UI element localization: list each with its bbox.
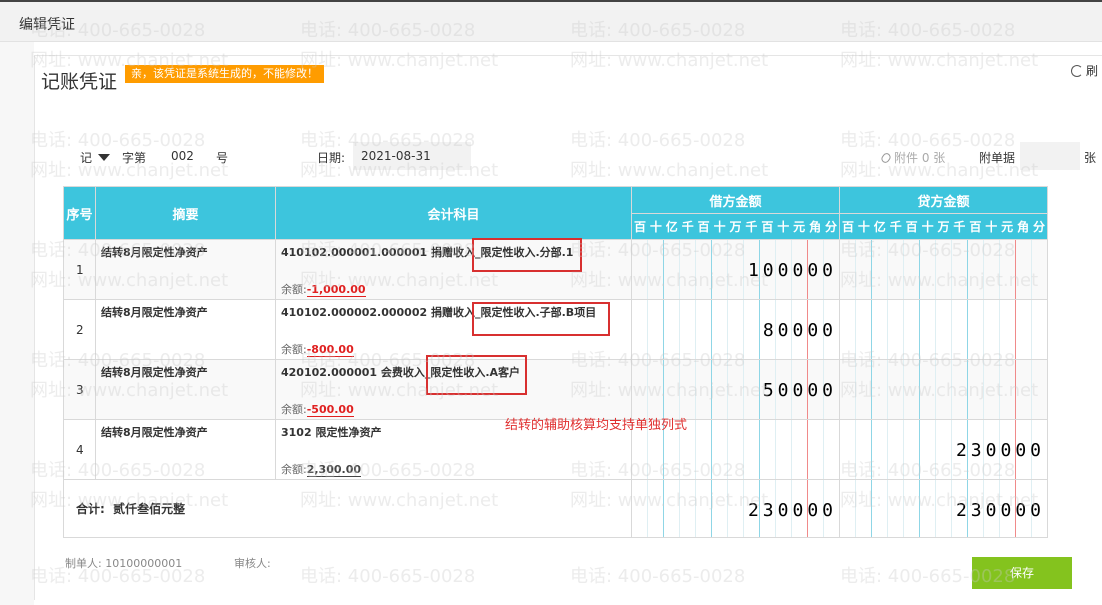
reviewer-info: 审核人:	[234, 557, 271, 570]
docs-label: 附单据	[979, 151, 1016, 165]
header-debit: 借方金额	[631, 186, 840, 214]
header-seq: 序号	[63, 186, 96, 240]
voucher-type-select[interactable]: 记	[80, 149, 111, 166]
row-summary[interactable]: 结转8月限定性净资产	[95, 419, 276, 480]
row-debit[interactable]: 50000	[631, 359, 840, 420]
date-label: 日期:	[317, 151, 346, 165]
voucher-title: 记账凭证	[41, 71, 118, 93]
debit-digit-header: 百十亿千百十万千百十元角分	[631, 213, 840, 240]
row-debit[interactable]: 100000	[631, 239, 840, 300]
row-credit[interactable]	[839, 239, 1048, 300]
voucher-no-prefix: 字第	[122, 151, 147, 165]
annotation-text: 结转的辅助核算均支持单独列式	[505, 418, 688, 433]
row-summary[interactable]: 结转8月限定性净资产	[95, 359, 276, 420]
row-balance: 余额:-800.00	[281, 343, 354, 357]
row-balance: 余额:2,300.00	[281, 463, 361, 477]
total-credit: 230000	[839, 479, 1048, 538]
attachment-link[interactable]: 附件 0 张	[879, 149, 945, 166]
table-row[interactable]: 3 结转8月限定性净资产 420102.000001 会费收入_限定性收入.A客…	[63, 359, 1048, 420]
total-row: 合计: 贰仟叁佰元整 230000 230000	[63, 479, 1048, 538]
docs-count-input[interactable]	[1020, 142, 1080, 170]
highlight-box	[426, 355, 527, 395]
row-balance: 余额:-1,000.00	[281, 283, 366, 297]
row-seq: 2	[63, 299, 96, 360]
total-label: 合计: 贰仟叁佰元整	[63, 479, 632, 538]
row-balance: 余额:-500.00	[281, 403, 354, 417]
window-title: 编辑凭证	[19, 17, 75, 33]
header-account: 会计科目	[275, 186, 632, 240]
total-debit: 230000	[631, 479, 840, 538]
credit-digit-header: 百十亿千百十万千百十元角分	[839, 213, 1048, 240]
row-seq: 1	[63, 239, 96, 300]
readonly-notice: 亲，该凭证是系统生成的，不能修改！	[125, 65, 324, 83]
row-credit[interactable]: 230000	[839, 419, 1048, 480]
paperclip-icon	[879, 151, 893, 165]
row-debit[interactable]: 80000	[631, 299, 840, 360]
row-credit[interactable]	[839, 359, 1048, 420]
header-credit: 贷方金额	[839, 186, 1048, 214]
row-summary[interactable]: 结转8月限定性净资产	[95, 299, 276, 360]
row-credit[interactable]	[839, 299, 1048, 360]
highlight-box	[472, 238, 582, 272]
row-seq: 3	[63, 359, 96, 420]
voucher-no-suffix: 号	[216, 151, 229, 165]
maker-info: 制单人: 10100000001	[65, 557, 183, 570]
voucher-no-input[interactable]: 002	[171, 149, 194, 163]
docs-unit: 张	[1084, 151, 1097, 165]
refresh-button[interactable]: 刷	[1071, 62, 1098, 79]
row-summary[interactable]: 结转8月限定性净资产	[95, 239, 276, 300]
row-seq: 4	[63, 419, 96, 480]
window-header: 编辑凭证	[0, 0, 1102, 42]
highlight-box	[472, 302, 610, 336]
refresh-icon	[1071, 65, 1083, 77]
total-in-words: 贰仟叁佰元整	[113, 502, 186, 516]
left-strip	[0, 42, 34, 605]
header-summary: 摘要	[95, 186, 276, 240]
date-input[interactable]: 2021-08-31	[353, 142, 471, 170]
chevron-down-icon	[98, 154, 111, 161]
save-button[interactable]: 保存	[972, 557, 1072, 589]
